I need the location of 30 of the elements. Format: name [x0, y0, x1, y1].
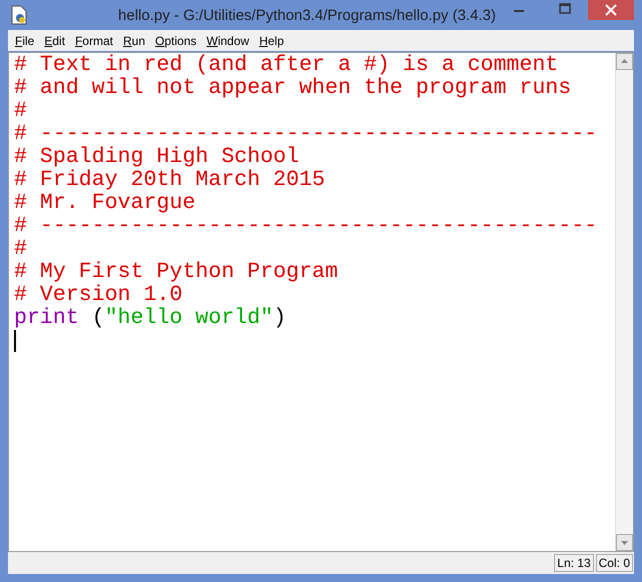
column-number-status: Col: 0 [596, 554, 633, 572]
code-comment: # and will not appear when the program runs [14, 76, 572, 100]
close-icon[interactable] [588, 0, 634, 20]
code-comment: # Text in red (and after a #) is a comment [14, 53, 558, 77]
menu-item[interactable]: Help [255, 34, 290, 48]
code-text: ( [90, 306, 105, 330]
menu-item[interactable]: Run [119, 34, 152, 48]
window-title: hello.py - G:/Utilities/Python3.4/Programs/hello.py (3.4.3) [117, 6, 496, 24]
code-text: ) [273, 306, 286, 330]
code-comment: # ------------------------------------------- [14, 122, 598, 146]
menu-item[interactable]: Window [202, 34, 256, 48]
scroll-up-icon[interactable] [616, 53, 633, 70]
code-comment: # [14, 237, 27, 261]
code-string: "hello world" [104, 306, 274, 330]
code-comment: # Friday 20th March 2015 [14, 168, 326, 192]
menu-item[interactable]: Edit [40, 34, 72, 48]
line-number-status: Ln: 13 [554, 554, 594, 572]
menu-item[interactable]: File [11, 34, 40, 48]
code-comment: # Version 1.0 [14, 283, 182, 307]
menu-item[interactable]: Format [71, 34, 120, 48]
scroll-down-icon[interactable] [616, 534, 633, 551]
code-comment: # My First Python Program [14, 260, 338, 284]
code-comment: # Mr. Fovargue [14, 191, 196, 215]
code-comment: # [14, 99, 27, 123]
code-keyword: print [14, 306, 79, 330]
menu-item[interactable]: Options [151, 34, 202, 48]
scrollbar[interactable] [615, 53, 633, 551]
code-comment: # Spalding High School [14, 145, 300, 169]
document-icon [10, 5, 28, 25]
code-comment: # ------------------------------------------- [14, 214, 598, 238]
